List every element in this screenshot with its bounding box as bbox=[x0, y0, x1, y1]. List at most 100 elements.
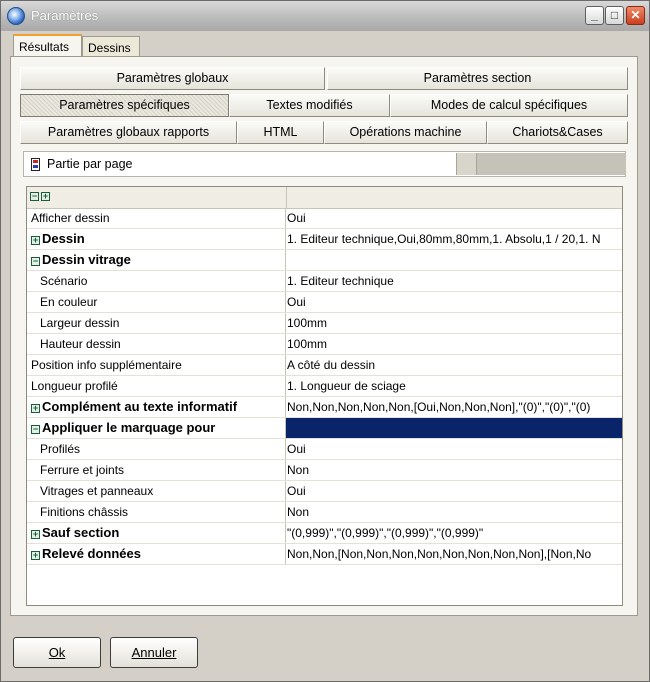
property-label: Relevé données bbox=[42, 546, 141, 561]
expand-all-icon[interactable]: + bbox=[41, 192, 50, 201]
tab-parametres-specifiques[interactable]: Paramètres spécifiques bbox=[20, 94, 229, 117]
expand-icon[interactable]: + bbox=[31, 236, 40, 245]
window-title: Paramètres bbox=[31, 8, 99, 23]
property-name: Position info supplémentaire bbox=[27, 355, 286, 375]
maximize-button[interactable]: □ bbox=[605, 6, 624, 25]
page-part-combo[interactable]: Partie par page bbox=[23, 151, 626, 177]
property-name: + Relevé données bbox=[27, 544, 286, 564]
grid-row[interactable]: Hauteur dessin 100mm bbox=[27, 334, 622, 355]
expand-icon[interactable]: + bbox=[31, 404, 40, 413]
grid-row[interactable]: Largeur dessin 100mm bbox=[27, 313, 622, 334]
grid-row[interactable]: Position info supplémentaire A côté du de… bbox=[27, 355, 622, 376]
grid-row[interactable]: + Sauf section "(0,999)","(0,999)","(0,999… bbox=[27, 523, 622, 544]
property-value[interactable]: Non bbox=[286, 502, 622, 522]
property-value[interactable] bbox=[286, 250, 622, 270]
minimize-button[interactable]: _ bbox=[585, 6, 604, 25]
property-label: Largeur dessin bbox=[40, 316, 120, 330]
property-value[interactable] bbox=[286, 418, 622, 438]
property-label: Vitrages et panneaux bbox=[40, 484, 154, 498]
grid-header: − + bbox=[27, 187, 622, 209]
property-value[interactable]: Non,Non,[Non,Non,Non,Non,Non,Non,Non,Non… bbox=[286, 544, 622, 564]
expand-icon[interactable]: + bbox=[31, 530, 40, 539]
grid-row[interactable]: Vitrages et panneaux Oui bbox=[27, 481, 622, 502]
combo-value: Partie par page bbox=[47, 157, 133, 171]
title-bar[interactable]: Paramètres _ □ ✕ bbox=[1, 1, 649, 31]
grid-row[interactable]: Finitions châssis Non bbox=[27, 502, 622, 523]
grid-row[interactable]: + Dessin 1. Editeur technique,Oui,80mm,80m… bbox=[27, 229, 622, 250]
property-name: + Complément au texte informatif bbox=[27, 397, 286, 417]
property-label: Complément au texte informatif bbox=[42, 399, 238, 414]
property-label: Profilés bbox=[40, 442, 81, 456]
maximize-icon: □ bbox=[610, 8, 619, 22]
grid-row[interactable]: + Relevé données Non,Non,[Non,Non,Non,Non,… bbox=[27, 544, 622, 565]
property-name: − Dessin vitrage bbox=[27, 250, 286, 270]
combo-scroll-button[interactable] bbox=[457, 153, 477, 175]
tab-textes-modifies[interactable]: Textes modifiés bbox=[229, 94, 390, 117]
property-value[interactable]: 1. Editeur technique bbox=[286, 271, 622, 291]
property-name: Hauteur dessin bbox=[27, 334, 286, 354]
property-name: Scénario bbox=[27, 271, 286, 291]
cancel-label: Annuler bbox=[131, 645, 177, 660]
grid-row[interactable]: − Appliquer le marquage pour bbox=[27, 418, 622, 439]
property-name: Ferrure et joints bbox=[27, 460, 286, 480]
tab-parametres-globaux[interactable]: Paramètres globaux bbox=[20, 67, 325, 90]
property-value[interactable]: Non,Non,Non,Non,Non,[Oui,Non,Non,Non],"(… bbox=[286, 397, 622, 417]
property-value[interactable]: 1. Longueur de sciage bbox=[286, 376, 622, 396]
property-value[interactable]: "(0,999)","(0,999)","(0,999)","(0,999)" bbox=[286, 523, 622, 543]
property-value[interactable]: A côté du dessin bbox=[286, 355, 622, 375]
property-label: Dessin vitrage bbox=[42, 252, 131, 267]
combo-dropdown-area[interactable] bbox=[456, 153, 626, 175]
grid-row[interactable]: Scénario 1. Editeur technique bbox=[27, 271, 622, 292]
property-label: Hauteur dessin bbox=[40, 337, 121, 351]
property-name: Profilés bbox=[27, 439, 286, 459]
property-label: Scénario bbox=[40, 274, 88, 288]
property-label: Ferrure et joints bbox=[40, 463, 125, 477]
grid-row[interactable]: Ferrure et joints Non bbox=[27, 460, 622, 481]
property-label: Dessin bbox=[42, 231, 85, 246]
expand-icon[interactable]: + bbox=[31, 551, 40, 560]
property-value[interactable]: Oui bbox=[286, 292, 622, 312]
tab-resultats[interactable]: Résultats bbox=[13, 34, 82, 57]
tab-parametres-globaux-rapports[interactable]: Paramètres globaux rapports bbox=[20, 121, 237, 144]
document-icon bbox=[31, 158, 40, 171]
grid-row[interactable]: − Dessin vitrage bbox=[27, 250, 622, 271]
property-name: + Sauf section bbox=[27, 523, 286, 543]
property-value[interactable]: Oui bbox=[286, 439, 622, 459]
grid-row[interactable]: En couleur Oui bbox=[27, 292, 622, 313]
property-name: En couleur bbox=[27, 292, 286, 312]
close-button[interactable]: ✕ bbox=[626, 6, 645, 25]
property-value[interactable]: 100mm bbox=[286, 313, 622, 333]
app-icon bbox=[7, 7, 25, 25]
tab-html[interactable]: HTML bbox=[237, 121, 324, 144]
property-value[interactable]: Oui bbox=[286, 481, 622, 501]
ok-button[interactable]: Ok bbox=[13, 637, 101, 668]
property-label: Sauf section bbox=[42, 525, 120, 540]
property-value[interactable]: Oui bbox=[286, 208, 622, 228]
property-name: Vitrages et panneaux bbox=[27, 481, 286, 501]
grid-row[interactable]: + Complément au texte informatif Non,Non,N… bbox=[27, 397, 622, 418]
property-name: − Appliquer le marquage pour bbox=[27, 418, 286, 438]
ok-label: Ok bbox=[48, 645, 66, 660]
collapse-icon[interactable]: − bbox=[31, 257, 40, 266]
property-value[interactable]: 100mm bbox=[286, 334, 622, 354]
collapse-all-icon[interactable]: − bbox=[30, 192, 39, 201]
tab-chariots-cases[interactable]: Chariots&Cases bbox=[487, 121, 628, 144]
column-separator[interactable] bbox=[286, 187, 287, 208]
tab-dessins[interactable]: Dessins bbox=[82, 36, 140, 57]
cancel-button[interactable]: Annuler bbox=[110, 637, 198, 668]
property-grid[interactable]: − + Afficher dessin Oui + Dessin 1. Editeur … bbox=[26, 186, 623, 606]
property-value[interactable]: 1. Editeur technique,Oui,80mm,80mm,1. Ab… bbox=[286, 229, 622, 249]
property-label: Finitions châssis bbox=[40, 505, 129, 519]
grid-row[interactable]: Afficher dessin Oui bbox=[27, 208, 622, 229]
property-label: Afficher dessin bbox=[31, 211, 110, 225]
collapse-icon[interactable]: − bbox=[31, 425, 40, 434]
tab-parametres-section[interactable]: Paramètres section bbox=[327, 67, 628, 90]
tab-modes-calcul[interactable]: Modes de calcul spécifiques bbox=[390, 94, 628, 117]
property-name: Afficher dessin bbox=[27, 208, 286, 228]
tab-operations-machine[interactable]: Opérations machine bbox=[324, 121, 487, 144]
property-value[interactable]: Non bbox=[286, 460, 622, 480]
minimize-icon: _ bbox=[591, 8, 598, 22]
property-label: Longueur profilé bbox=[31, 379, 118, 393]
grid-row[interactable]: Profilés Oui bbox=[27, 439, 622, 460]
grid-row[interactable]: Longueur profilé 1. Longueur de sciage bbox=[27, 376, 622, 397]
